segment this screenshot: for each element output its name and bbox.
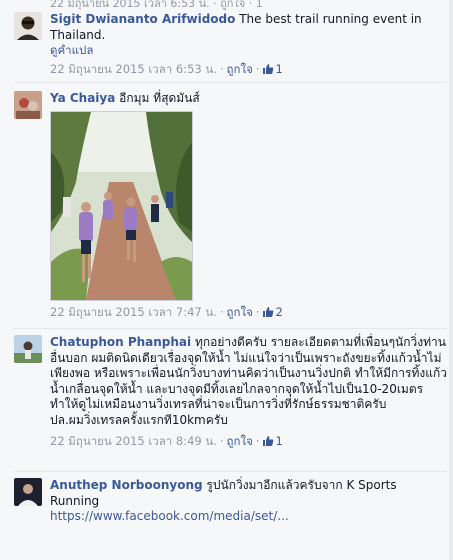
- like-button[interactable]: ถูกใจ: [227, 434, 253, 448]
- comment-meta: 22 มิถุนายน 2015 เวลา 7:47 น. · ถูกใจ · 2: [50, 304, 283, 319]
- like-button[interactable]: ถูกใจ: [227, 305, 253, 319]
- thumbs-up-icon: [263, 436, 274, 446]
- like-count[interactable]: 1: [262, 434, 283, 448]
- thumbs-up-icon: [263, 63, 274, 74]
- avatar[interactable]: [14, 91, 42, 119]
- comment-meta: 22 มิถุนายน 2015 เวลา 6:53 น. · ถูกใจ · 1: [50, 61, 283, 76]
- scrollbar-track[interactable]: [449, 0, 453, 560]
- comment-meta: 22 มิถุนายน 2015 เวลา 8:49 น. · ถูกใจ · 1: [50, 434, 283, 448]
- comment-divider: [14, 328, 447, 329]
- comment-author[interactable]: Chatuphon Phanphai: [50, 335, 191, 349]
- comment-timestamp[interactable]: 22 มิถุนายน 2015 เวลา 7:47 น.: [50, 305, 217, 319]
- comment-timestamp[interactable]: 22 มิถุนายน 2015 เวลา 6:53 น.: [50, 62, 217, 76]
- comment-text: อีกมุม ที่สุดมันส์: [119, 91, 200, 105]
- comment-divider: [14, 82, 447, 83]
- trail-running-photo[interactable]: [50, 110, 193, 301]
- previous-comment-meta: 22 มิถุนายน 2015 เวลา 6:53 น. · ถูกใจ · …: [50, 0, 263, 10]
- comment-text-extra: ปล.ผมวิ่งเทรลครั้งแรกที10kmครับ: [50, 412, 228, 427]
- comment-divider: [14, 471, 447, 472]
- like-count[interactable]: 2: [262, 305, 283, 319]
- comment-author[interactable]: Anuthep Norboonyong: [50, 478, 203, 492]
- comment-author[interactable]: Ya Chaiya: [50, 91, 115, 105]
- avatar[interactable]: [14, 335, 42, 363]
- comment-author[interactable]: Sigit Dwiananto Arifwidodo: [50, 12, 235, 26]
- comment-timestamp[interactable]: 22 มิถุนายน 2015 เวลา 8:49 น.: [50, 434, 217, 448]
- like-button[interactable]: ถูกใจ: [227, 62, 253, 76]
- see-translation-link[interactable]: ดูคำแปล: [50, 43, 447, 59]
- comment-link[interactable]: https://www.facebook.com/media/set/...: [50, 509, 447, 525]
- like-count[interactable]: 1: [262, 62, 283, 76]
- avatar[interactable]: [14, 12, 42, 40]
- thumbs-up-icon: [263, 306, 274, 317]
- avatar[interactable]: [14, 478, 42, 506]
